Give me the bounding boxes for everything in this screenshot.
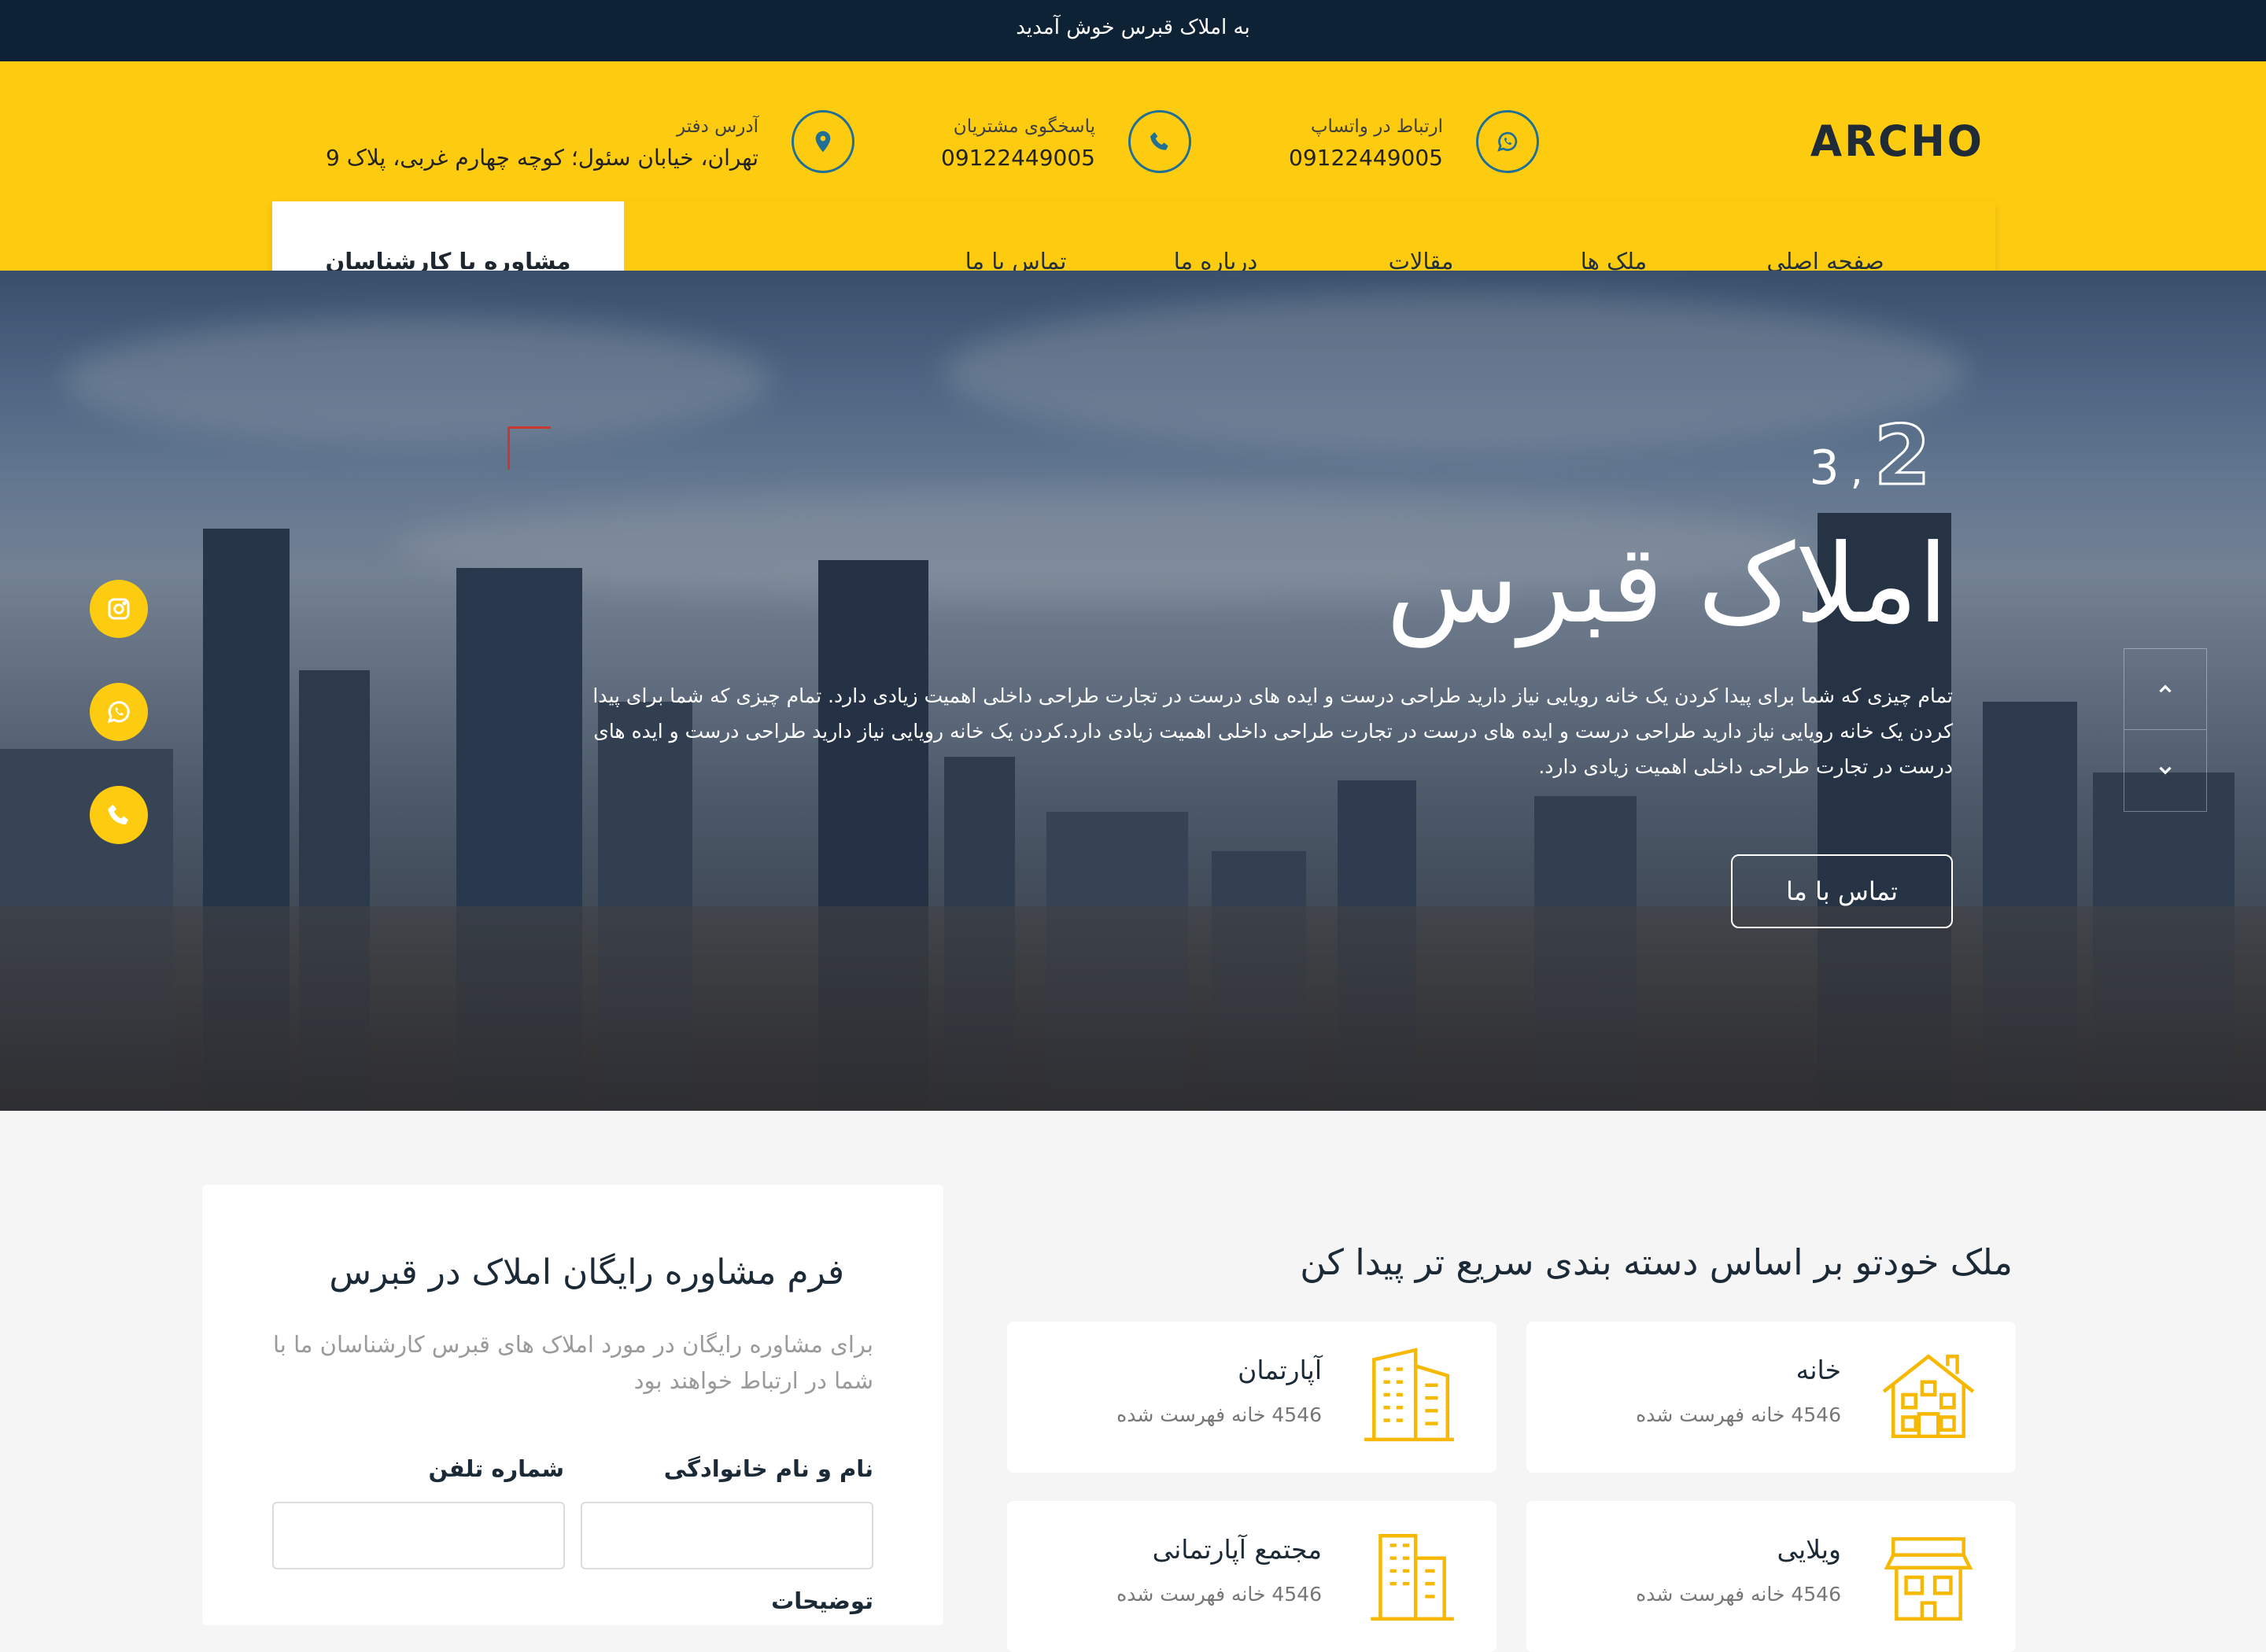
instagram-icon [108,598,130,620]
category-count: 4546 خانه فهرست شده [1116,1403,1322,1426]
contact-value: 09122449005 [1289,145,1443,171]
apartment-icon [1364,1348,1454,1442]
instagram-button[interactable] [90,580,148,638]
name-field[interactable] [581,1502,873,1569]
category-card-apartment[interactable]: آپارتمان 4546 خانه فهرست شده [1007,1322,1497,1473]
slider-down-button[interactable] [2124,730,2206,810]
chevron-up-icon [2159,684,2172,693]
contact-value: تهران، خیابان سئول؛ کوچه چهارم غربی، پلا… [326,145,758,171]
whatsapp-icon [107,701,130,724]
contact-support[interactable]: پاسخگوی مشتریان 09122449005 [941,110,1191,176]
slider-arrows [2124,648,2207,812]
category-name: ویلایی [1777,1534,1841,1565]
slide-separator: , [1850,448,1863,493]
category-card-villa[interactable]: ویلایی 4546 خانه فهرست شده [1526,1501,2016,1652]
slide-total: 3 [1809,441,1840,496]
form-title: فرم مشاوره رایگان املاک در قبرس [329,1252,844,1292]
category-name: مجتمع آپارتمانی [1152,1534,1322,1565]
contact-whatsapp[interactable]: ارتباط در واتساپ 09122449005 [1289,110,1539,176]
hero-description: تمام چیزی که شما برای پیدا کردن یک خانه … [592,684,1953,778]
contact-value: 09122449005 [941,145,1095,171]
whatsapp-button[interactable] [90,683,148,741]
hero-slider: 3,2 املاک قبرس تمام چیزی که شما برای پید… [0,271,2266,1111]
chevron-down-icon [2159,766,2172,775]
hero-contact-button[interactable]: تماس با ما [1731,854,1953,928]
villa-icon [1884,1537,1973,1621]
contact-label: ارتباط در واتساپ [1310,116,1443,137]
contact-label: پاسخگوی مشتریان [953,116,1095,137]
welcome-bar: به املاک قبرس خوش آمدید [0,0,2266,61]
phone-field[interactable] [272,1502,565,1569]
name-label: نام و نام خانوادگی [663,1455,873,1482]
phone-label: شماره تلفن [428,1455,564,1482]
category-card-house[interactable]: خانه 4546 خانه فهرست شده [1526,1322,2016,1473]
category-count: 4546 خانه فهرست شده [1636,1583,1841,1606]
phone-button[interactable] [90,786,148,844]
category-count: 4546 خانه فهرست شده [1116,1583,1322,1606]
categories-title: ملک خودتو بر اساس دسته بندی سریع تر پیدا… [1300,1241,2013,1283]
consultation-form: فرم مشاوره رایگان املاک در قبرس برای مشا… [202,1185,943,1625]
welcome-text: به املاک قبرس خوش آمدید [1016,16,1250,39]
slide-current: 2 [1873,407,1932,505]
decorative-corner [507,426,551,470]
logo[interactable]: ARCHO [1810,117,1984,167]
slide-counter: 3,2 [1809,407,1932,505]
phone-icon [1128,110,1191,173]
notes-label: توضیحات [771,1587,873,1614]
category-count: 4546 خانه فهرست شده [1636,1403,1841,1426]
category-name: آپارتمان [1238,1355,1322,1385]
contact-address[interactable]: آدرس دفتر تهران، خیابان سئول؛ کوچه چهارم… [299,110,854,176]
phone-icon [108,804,128,824]
slider-up-button[interactable] [2124,649,2206,730]
contact-label: آدرس دفتر [677,116,758,137]
form-description: برای مشاوره رایگان در مورد املاک های قبر… [272,1331,873,1394]
house-icon [1882,1354,1975,1439]
whatsapp-icon [1476,110,1539,173]
category-name: خانه [1795,1355,1841,1385]
category-card-complex[interactable]: مجتمع آپارتمانی 4546 خانه فهرست شده [1007,1501,1497,1652]
location-icon [792,110,854,173]
hero-title: املاک قبرس [1386,521,1948,647]
complex-icon [1371,1534,1454,1621]
